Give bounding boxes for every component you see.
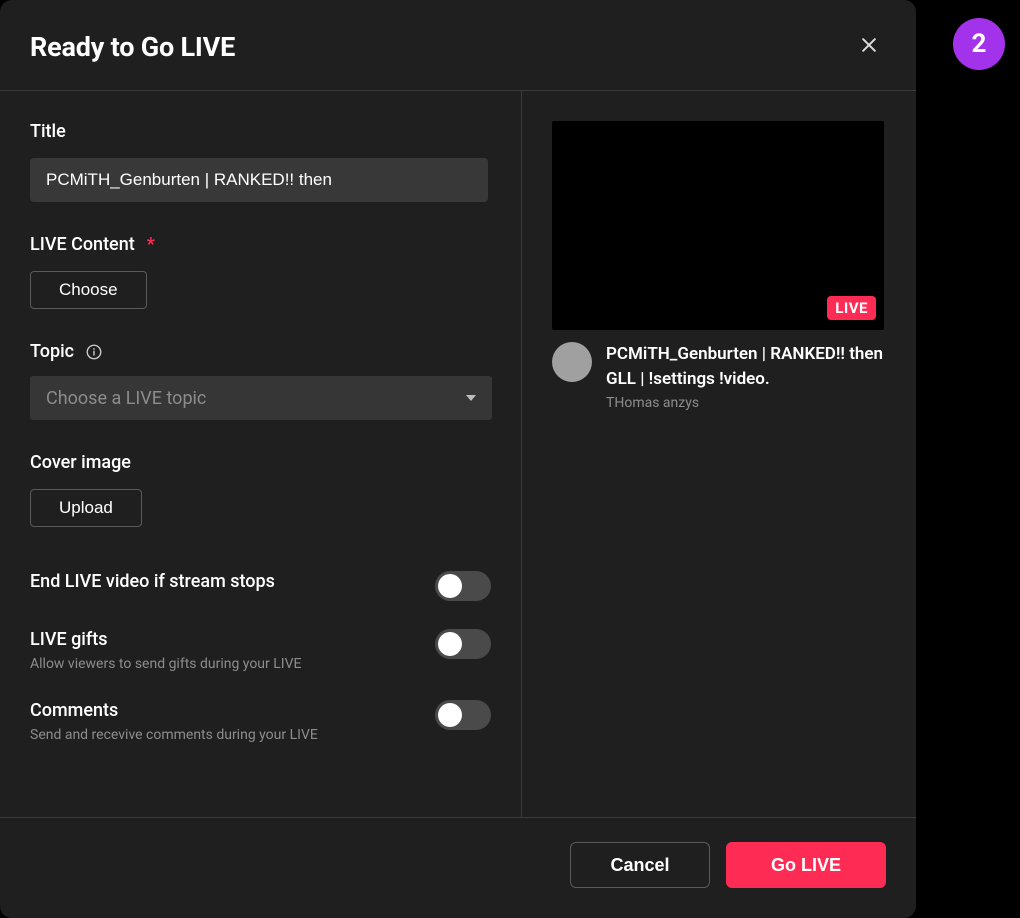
step-badge: 2 [953,18,1005,70]
end-on-stop-toggle[interactable] [435,571,491,601]
close-button[interactable] [852,30,886,64]
topic-label: Topic [30,341,491,362]
chevron-down-icon [466,395,476,401]
live-gifts-toggle[interactable] [435,629,491,659]
go-live-button[interactable]: Go LIVE [726,842,886,888]
comments-toggle[interactable] [435,700,491,730]
topic-label-text: Topic [30,341,74,362]
live-content-label-text: LIVE Content [30,234,135,255]
video-preview: LIVE [552,121,884,330]
close-icon [859,35,879,59]
preview-meta: PCMiTH_Genburten | RANKED!! then GLL | !… [552,342,886,411]
comments-label: Comments [30,700,318,721]
dialog-body: Title LIVE Content * Choose Topic [0,91,916,817]
field-live-content: LIVE Content * Choose [30,234,491,309]
go-live-dialog: Ready to Go LIVE Title LIVE Content * Cho… [0,0,916,918]
required-asterisk: * [147,234,155,255]
preview-user: THomas anzys [606,395,886,411]
choose-content-button[interactable]: Choose [30,271,147,309]
toggle-knob [438,632,462,656]
field-title: Title [30,121,491,202]
topic-placeholder: Choose a LIVE topic [46,388,206,409]
toggle-knob [438,574,462,598]
comments-sub: Send and recevive comments during your L… [30,727,318,743]
row-end-on-stop: End LIVE video if stream stops [30,571,491,601]
toggle-knob [438,703,462,727]
cancel-button[interactable]: Cancel [570,842,710,888]
dialog-header: Ready to Go LIVE [0,0,916,91]
cover-image-label: Cover image [30,452,491,473]
dialog-footer: Cancel Go LIVE [0,817,916,918]
topic-select[interactable]: Choose a LIVE topic [30,376,492,420]
info-icon[interactable] [84,342,104,362]
preview-panel: LIVE PCMiTH_Genburten | RANKED!! then GL… [522,91,916,817]
preview-title: PCMiTH_Genburten | RANKED!! then GLL | !… [606,342,886,391]
row-comments: Comments Send and recevive comments duri… [30,700,491,743]
live-gifts-label: LIVE gifts [30,629,301,650]
upload-cover-button[interactable]: Upload [30,489,142,527]
row-live-gifts: LIVE gifts Allow viewers to send gifts d… [30,629,491,672]
title-label: Title [30,121,491,142]
dialog-title: Ready to Go LIVE [30,31,235,63]
field-cover-image: Cover image Upload [30,452,491,527]
form-panel: Title LIVE Content * Choose Topic [0,91,522,817]
live-content-label: LIVE Content * [30,234,491,255]
title-input[interactable] [30,158,488,202]
end-on-stop-label: End LIVE video if stream stops [30,571,275,592]
field-topic: Topic Choose a LIVE topic [30,341,491,420]
live-gifts-sub: Allow viewers to send gifts during your … [30,656,301,672]
live-badge: LIVE [827,296,876,320]
avatar [552,342,592,382]
